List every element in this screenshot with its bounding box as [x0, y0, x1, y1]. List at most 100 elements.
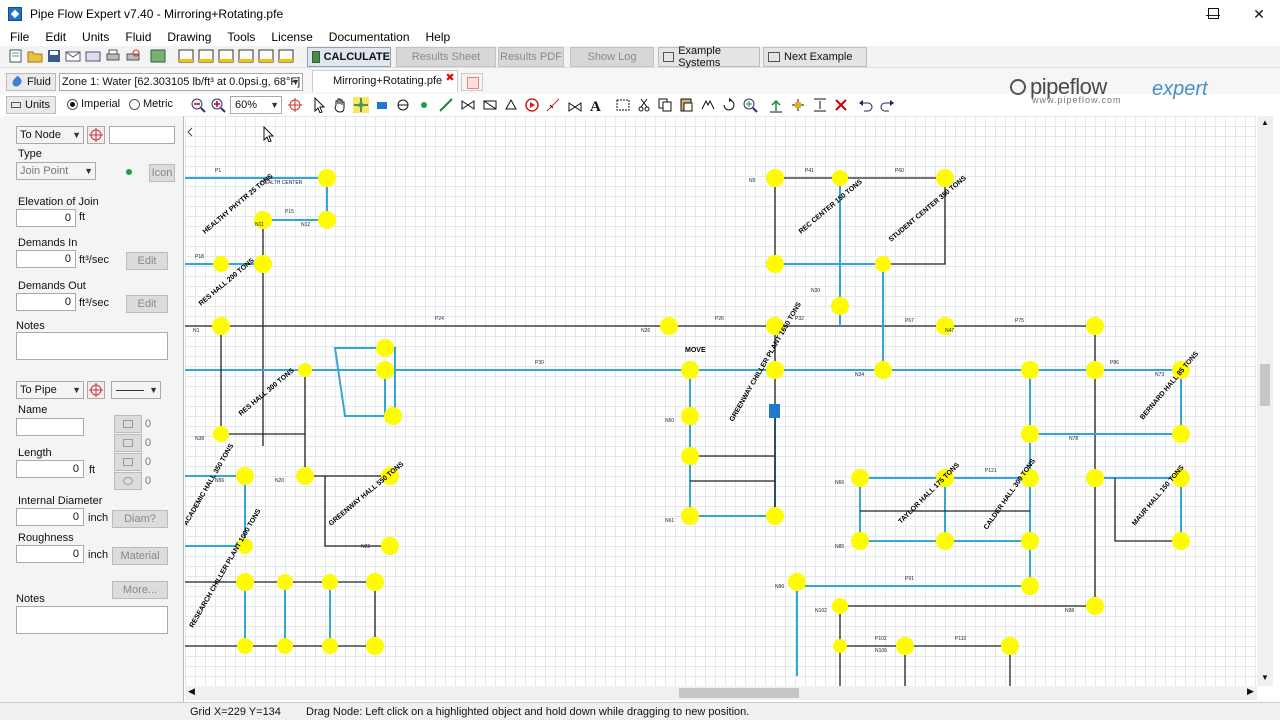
align-center-icon[interactable] — [790, 97, 806, 113]
to-node-select[interactable]: To Node ▼ — [16, 126, 84, 144]
cut-icon[interactable] — [636, 97, 652, 113]
demands-in-edit-button[interactable]: Edit — [126, 252, 168, 270]
tank-icon[interactable] — [374, 97, 390, 113]
join-point-icon[interactable] — [416, 97, 432, 113]
horizontal-scrollbar[interactable]: ◀ ▶ — [185, 686, 1257, 700]
scroll-down-icon[interactable]: ▼ — [1261, 673, 1269, 682]
undo-icon[interactable] — [858, 97, 874, 113]
new-file-icon[interactable] — [8, 49, 24, 63]
copy-icon[interactable] — [657, 97, 673, 113]
fitting-button-2[interactable] — [114, 434, 142, 452]
regulator-icon[interactable] — [567, 97, 583, 113]
icon-button[interactable]: Icon — [149, 164, 175, 182]
example-systems-button[interactable]: Example Systems — [658, 45, 760, 69]
menu-documentation[interactable]: Documentation — [319, 30, 416, 44]
export-icon[interactable] — [85, 49, 101, 63]
open-folder-icon[interactable] — [27, 49, 43, 63]
show-log-button[interactable]: Show Log — [570, 47, 654, 67]
rect-select-icon[interactable] — [615, 97, 631, 113]
length-field[interactable]: 0 — [16, 460, 84, 478]
results-pdf-button[interactable]: Results PDF — [498, 47, 564, 67]
pan-hand-icon[interactable] — [332, 97, 348, 113]
more-button[interactable]: More... — [112, 581, 168, 599]
fluid-button[interactable]: Fluid — [6, 73, 56, 91]
menu-drawing[interactable]: Drawing — [157, 30, 217, 44]
select-arrow-icon[interactable] — [312, 97, 328, 113]
menu-tools[interactable]: Tools — [217, 30, 261, 44]
rotate-icon[interactable] — [721, 97, 737, 113]
pipe-name-field[interactable] — [16, 418, 84, 436]
scroll-right-icon[interactable]: ▶ — [1247, 686, 1254, 697]
sheet-5-icon[interactable] — [258, 49, 274, 63]
component-icon[interactable] — [503, 97, 519, 113]
maximize-button[interactable] — [1208, 8, 1219, 19]
sheet-1-icon[interactable] — [178, 49, 194, 63]
menu-help[interactable]: Help — [416, 30, 457, 44]
node-id-field[interactable] — [109, 126, 175, 144]
fluid-zone-select[interactable]: Zone 1: Water [62.303105 lb/ft³ at 0.0ps… — [59, 73, 303, 91]
text-tool-icon[interactable]: A — [588, 97, 604, 113]
menu-edit[interactable]: Edit — [35, 30, 72, 44]
vertical-scroll-thumb[interactable] — [1260, 364, 1270, 406]
demands-in-field[interactable]: 0 — [16, 250, 76, 268]
check-valve-icon[interactable] — [545, 97, 561, 113]
material-button[interactable]: Material — [112, 547, 168, 565]
close-button[interactable]: ✕ — [1236, 0, 1280, 28]
image-icon[interactable] — [150, 49, 166, 63]
pipe-notes-field[interactable] — [16, 606, 168, 634]
results-sheet-button[interactable]: Results Sheet — [396, 47, 496, 67]
new-tab-button[interactable] — [461, 73, 483, 91]
menu-license[interactable]: License — [261, 30, 318, 44]
close-tab-icon[interactable]: ✖ — [444, 72, 456, 84]
pipe-line-style-select[interactable]: ▼ — [111, 381, 161, 399]
redo-icon[interactable] — [879, 97, 895, 113]
email-icon[interactable] — [65, 49, 81, 63]
pump-icon[interactable] — [524, 97, 540, 113]
scroll-up-icon[interactable]: ▲ — [1261, 118, 1269, 127]
zoom-level-select[interactable]: 60% ▼ — [230, 96, 282, 114]
demands-out-field[interactable]: 0 — [16, 293, 76, 311]
menu-units[interactable]: Units — [72, 30, 115, 44]
print-preview-icon[interactable] — [125, 49, 141, 63]
elevation-field[interactable]: 0 — [16, 209, 76, 227]
zoom-out-icon[interactable] — [190, 97, 206, 113]
sheet-4-icon[interactable] — [238, 49, 254, 63]
next-example-button[interactable]: Next Example — [763, 47, 867, 67]
fitting-button-1[interactable] — [114, 415, 142, 433]
mirror-icon[interactable] — [700, 97, 716, 113]
vertical-scrollbar[interactable]: ▲ ▼ — [1257, 116, 1273, 686]
distribute-icon[interactable] — [812, 97, 828, 113]
delete-icon[interactable] — [833, 97, 849, 113]
print-icon[interactable] — [105, 49, 121, 63]
pump-component-icon[interactable] — [395, 97, 411, 113]
diameter-field[interactable]: 0 — [16, 508, 84, 526]
sheet-6-icon[interactable] — [278, 49, 294, 63]
imperial-radio[interactable] — [67, 99, 78, 110]
save-icon[interactable] — [46, 49, 62, 63]
roughness-field[interactable]: 0 — [16, 545, 84, 563]
fitting-button-4[interactable] — [114, 472, 142, 490]
file-tab[interactable]: Mirroring+Rotating.pfe — [312, 70, 458, 92]
calculate-button[interactable]: CALCULATE — [307, 47, 391, 67]
demands-out-edit-button[interactable]: Edit — [126, 295, 168, 313]
node-type-select[interactable]: Join Point ▼ — [16, 162, 96, 180]
menu-file[interactable]: File — [0, 30, 35, 44]
zoom-in-icon[interactable] — [210, 97, 226, 113]
to-pipe-select[interactable]: To Pipe ▼ — [16, 381, 84, 399]
zoom-fit-icon[interactable] — [287, 97, 303, 113]
horizontal-scroll-thumb[interactable] — [679, 688, 799, 698]
drawing-canvas[interactable]: MOVE HEALTHY PHYTR 25 TONS RES HALL 200 … — [185, 116, 1256, 686]
fitting-button-3[interactable] — [114, 453, 142, 471]
pipe-target-icon[interactable] — [87, 381, 105, 399]
zoom-select-icon[interactable] — [742, 97, 758, 113]
sheet-3-icon[interactable] — [218, 49, 234, 63]
drag-node-icon[interactable] — [353, 97, 369, 113]
paste-icon[interactable] — [678, 97, 694, 113]
valve-icon[interactable] — [460, 97, 476, 113]
menu-fluid[interactable]: Fluid — [115, 30, 157, 44]
node-target-icon[interactable] — [87, 126, 105, 144]
align-top-icon[interactable] — [768, 97, 784, 113]
sheet-2-icon[interactable] — [198, 49, 214, 63]
collapse-panel-icon[interactable] — [186, 127, 194, 137]
node-notes-field[interactable] — [16, 332, 168, 360]
